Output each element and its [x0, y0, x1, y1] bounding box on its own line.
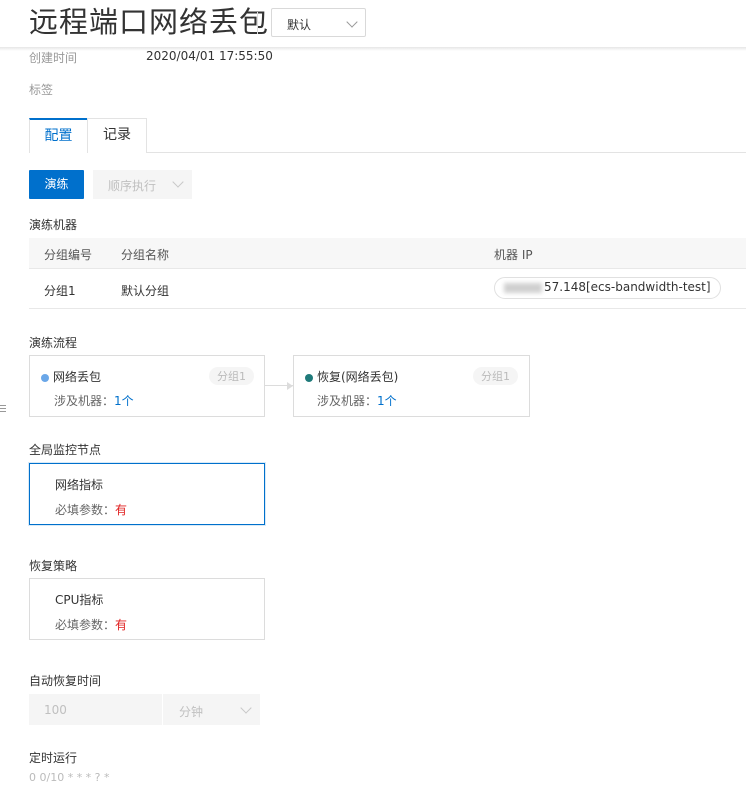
- table-cell-group-id: 分组1: [44, 284, 76, 298]
- required-params-value: 有: [115, 618, 128, 632]
- auto-recover-unit: 分钟: [179, 705, 204, 719]
- recovery-section-label: 恢复策略: [29, 559, 78, 573]
- tabs-underline: [147, 152, 746, 153]
- environment-select[interactable]: 默认: [271, 8, 366, 37]
- flow-step-card-packet-loss[interactable]: 网络丢包 分组1 涉及机器：1个: [29, 355, 265, 417]
- monitor-card-network[interactable]: 网络指标 必填参数：有: [29, 463, 265, 525]
- column-header-group-name: 分组名称: [121, 248, 170, 262]
- machines-label: 涉及机器：: [54, 394, 115, 408]
- table-cell-group-name: 默认分组: [121, 284, 170, 298]
- created-time-label: 创建时间: [29, 51, 78, 65]
- recovery-card-title: CPU指标: [55, 593, 104, 607]
- tab-records[interactable]: 记录: [87, 118, 147, 153]
- monitor-required-params: 必填参数：有: [55, 501, 127, 518]
- execution-order-select[interactable]: 顺序执行: [93, 170, 192, 199]
- chevron-down-icon: [240, 702, 252, 714]
- created-time-value: 2020/04/01 17:55:50: [146, 49, 273, 63]
- redacted-ip: [504, 282, 542, 293]
- header-divider: [0, 47, 746, 51]
- schedule-section-label: 定时运行: [29, 751, 78, 765]
- flow-step-name: 恢复(网络丢包): [317, 370, 399, 384]
- required-params-label: 必填参数：: [55, 503, 116, 517]
- auto-recover-time-input[interactable]: 100 分钟: [29, 694, 260, 725]
- chevron-down-icon: [346, 16, 358, 28]
- auto-recover-section-label: 自动恢复时间: [29, 674, 102, 688]
- status-dot-icon: [305, 373, 313, 382]
- flow-step-machines: 涉及机器：1个: [54, 392, 134, 409]
- flow-step-title: 网络丢包: [41, 368, 101, 385]
- page-title: 远程端口网络丢包: [29, 5, 270, 39]
- machines-count-link[interactable]: 1个: [114, 394, 134, 408]
- auto-recover-value: 100: [44, 703, 67, 717]
- recovery-required-params: 必填参数：有: [55, 616, 127, 633]
- flow-section-label: 演练流程: [29, 336, 78, 350]
- flow-step-card-recovery[interactable]: 恢复(网络丢包) 分组1 涉及机器：1个: [293, 355, 530, 417]
- execution-order-value: 顺序执行: [108, 179, 157, 193]
- monitor-section-label: 全局监控节点: [29, 443, 102, 457]
- chevron-down-icon: [172, 176, 184, 188]
- monitor-card-title: 网络指标: [55, 478, 104, 492]
- machines-count-link[interactable]: 1个: [377, 394, 397, 408]
- machines-label: 涉及机器：: [317, 394, 378, 408]
- required-params-value: 有: [115, 503, 128, 517]
- status-dot-icon: [41, 373, 49, 382]
- schedule-cron-expression: 0 0/10 * * * ? *: [29, 771, 110, 784]
- tags-label: 标签: [29, 83, 54, 97]
- side-handle-icon[interactable]: [0, 405, 6, 415]
- flow-step-name: 网络丢包: [53, 370, 102, 384]
- column-header-machine-ip: 机器 IP: [494, 248, 533, 262]
- table-row-divider: [29, 308, 746, 309]
- group-badge: 分组1: [473, 367, 518, 385]
- title-divider: [257, 12, 258, 34]
- recovery-card-cpu[interactable]: CPU指标 必填参数：有: [29, 578, 265, 640]
- flow-step-machines: 涉及机器：1个: [317, 392, 397, 409]
- group-badge: 分组1: [209, 367, 254, 385]
- required-params-label: 必填参数：: [55, 618, 116, 632]
- machines-section-label: 演练机器: [29, 218, 78, 232]
- machine-ip-text: 57.148[ecs-bandwidth-test]: [544, 280, 711, 294]
- input-divider: [162, 694, 163, 725]
- tab-config[interactable]: 配置: [29, 118, 88, 153]
- run-drill-button[interactable]: 演练: [29, 170, 84, 199]
- environment-select-value: 默认: [287, 18, 312, 32]
- column-header-group-id: 分组编号: [44, 248, 93, 262]
- machine-ip-tag: 57.148[ecs-bandwidth-test]: [494, 277, 721, 299]
- flow-step-title: 恢复(网络丢包): [305, 368, 398, 385]
